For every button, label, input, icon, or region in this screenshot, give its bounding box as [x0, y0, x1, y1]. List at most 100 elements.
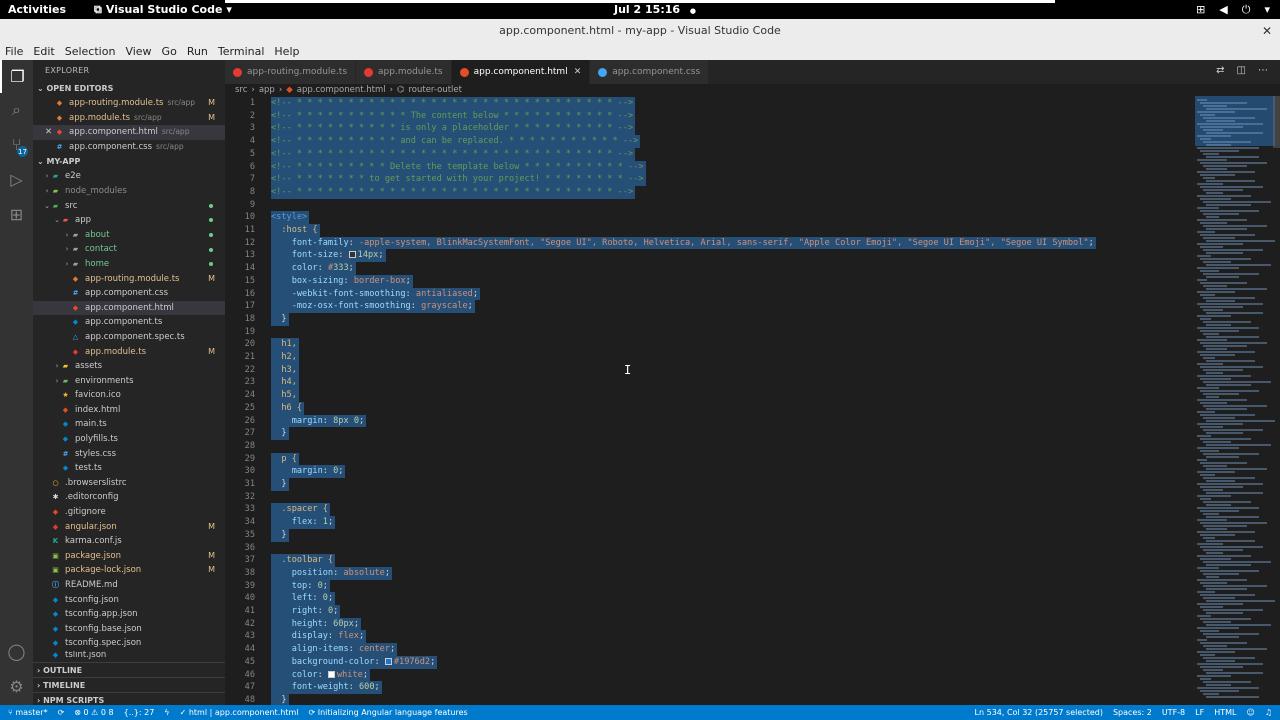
tree-file[interactable]: ◆ app-routing.module.ts M: [33, 272, 225, 287]
tree-file[interactable]: # app.component.css: [33, 286, 225, 301]
tree-file[interactable]: # styles.css: [33, 447, 225, 462]
code-line[interactable]: 12 font-family: -apple-system, BlinkMacS…: [225, 236, 1195, 250]
system-tray[interactable]: ⊞ ◀ ⏻ ▾: [1196, 3, 1270, 17]
code-line[interactable]: 30 margin: 0;: [225, 465, 1195, 478]
tree-file[interactable]: ◆ tsconfig.base.json: [33, 622, 225, 637]
code-line[interactable]: 46 color: white;: [225, 668, 1195, 682]
tree-folder[interactable]: ⌄ ▰ app: [33, 213, 225, 228]
menu-go[interactable]: Go: [157, 45, 182, 58]
code-line[interactable]: 21 h2,: [225, 351, 1195, 364]
code-line[interactable]: 6 <!-- * * * * * * * * * Delete the templ…: [225, 160, 1195, 174]
code-editor[interactable]: 1 <!-- * * * * * * * * * * * * * * * * * …: [225, 96, 1195, 705]
tree-folder[interactable]: › ▰ home: [33, 257, 225, 272]
language-service-item[interactable]: ✓ html | app.component.html: [180, 708, 299, 717]
problems-item[interactable]: ⊗ 0 ⚠ 0 8: [74, 708, 113, 717]
code-line[interactable]: 23 h4,: [225, 376, 1195, 390]
code-line[interactable]: 24 h5,: [225, 389, 1195, 402]
tree-folder[interactable]: › ▰ e2e: [33, 169, 225, 184]
project-header[interactable]: ⌄ MY-APP: [33, 155, 225, 169]
app-menu[interactable]: ⧉ Visual Studio Code ▾: [94, 3, 232, 17]
code-line[interactable]: 16 -webkit-font-smoothing: antialiased;: [225, 287, 1195, 301]
tree-file[interactable]: ▣ package-lock.json M: [33, 563, 225, 578]
tree-file[interactable]: ★ favicon.ico: [33, 388, 225, 403]
tree-file[interactable]: ✱ .editorconfig: [33, 490, 225, 505]
tab-app-module[interactable]: app.module.ts: [356, 60, 452, 84]
source-control-icon[interactable]: ⑂: [0, 128, 33, 161]
cursor-position[interactable]: Ln 534, Col 32 (25757 selected): [975, 708, 1103, 717]
open-editors-header[interactable]: ⌄ OPEN EDITORS: [33, 82, 225, 96]
code-line[interactable]: 34 flex: 1;: [225, 516, 1195, 529]
code-line[interactable]: 43 display: flex;: [225, 630, 1195, 644]
tree-file[interactable]: ◆ main.ts: [33, 417, 225, 432]
code-line[interactable]: 9: [225, 199, 1195, 212]
tree-file[interactable]: △ app.component.spec.ts: [33, 330, 225, 345]
code-line[interactable]: 2 <!-- * * * * * * * * * * * The content …: [225, 109, 1195, 123]
extensions-icon[interactable]: ⊞: [0, 198, 33, 231]
tree-file[interactable]: ◆ app.component.ts: [33, 315, 225, 330]
close-icon[interactable]: ✕: [574, 67, 582, 77]
code-line[interactable]: 25 h6 {: [225, 401, 1195, 415]
close-icon[interactable]: ✕: [45, 125, 55, 140]
menu-file[interactable]: File: [0, 45, 28, 58]
tree-file[interactable]: ◆ tslint.json: [33, 651, 225, 659]
code-line[interactable]: 17 -moz-osx-font-smoothing: grayscale;: [225, 300, 1195, 313]
clock[interactable]: Jul 2 15:16 ●: [614, 3, 696, 16]
npm-scripts-panel-header[interactable]: › NPM SCRIPTS: [33, 692, 225, 705]
activities-button[interactable]: Activities: [0, 3, 74, 16]
code-line[interactable]: 14 color: #333;: [225, 262, 1195, 275]
code-line[interactable]: 15 box-sizing: border-box;: [225, 274, 1195, 288]
more-actions-icon[interactable]: ⋯: [1258, 65, 1268, 76]
code-line[interactable]: 45 background-color: #1976d2;: [225, 655, 1195, 669]
code-line[interactable]: 11 :host {: [225, 224, 1195, 237]
menu-help[interactable]: Help: [269, 45, 304, 58]
code-line[interactable]: 8 <!-- * * * * * * * * * * * * * * * * * …: [225, 185, 1195, 199]
code-line[interactable]: 3 <!-- * * * * * * * * * * is only a plac…: [225, 122, 1195, 136]
split-editor-icon[interactable]: ◫: [1237, 65, 1246, 76]
tree-file[interactable]: ◆ polyfills.ts: [33, 432, 225, 447]
branch-item[interactable]: ⑂ master*: [8, 708, 48, 717]
code-line[interactable]: 44 align-items: center;: [225, 643, 1195, 656]
code-line[interactable]: 10 <style>: [225, 211, 1195, 224]
outline-panel-header[interactable]: › OUTLINE: [33, 662, 225, 677]
tree-file[interactable]: ◆ .gitignore: [33, 505, 225, 520]
open-editor-item[interactable]: ◆ app-routing.module.ts src/app M: [33, 96, 225, 111]
open-editor-item[interactable]: # app.component.css src/app: [33, 140, 225, 155]
tree-folder[interactable]: › ▰ environments: [33, 374, 225, 389]
tree-file[interactable]: ◆ angular.json M: [33, 520, 225, 535]
tree-file-active[interactable]: ◆ app.component.html: [33, 300, 225, 316]
breadcrumb-item[interactable]: app: [259, 85, 275, 95]
code-line[interactable]: 42 height: 60px;: [225, 617, 1195, 631]
vertical-scrollbar[interactable]: [1273, 96, 1280, 148]
code-line[interactable]: 28: [225, 440, 1195, 453]
breadcrumb-item[interactable]: app.component.html: [297, 85, 386, 95]
tree-file[interactable]: ◆ test.ts: [33, 461, 225, 476]
code-line[interactable]: 18 }: [225, 312, 1195, 326]
tree-file[interactable]: ◆ tsconfig.app.json: [33, 607, 225, 622]
bell-icon[interactable]: ♫: [1265, 708, 1272, 717]
menu-selection[interactable]: Selection: [60, 45, 121, 58]
tree-folder[interactable]: › ▰ contact: [33, 242, 225, 257]
code-line[interactable]: 7 <!-- * * * * * * * to get started with …: [225, 173, 1195, 186]
code-line[interactable]: 47 font-weight: 600;: [225, 681, 1195, 694]
tab-app-component-css[interactable]: app.component.css: [590, 60, 710, 84]
tree-file[interactable]: ◆ app.module.ts M: [33, 345, 225, 360]
code-line[interactable]: 39 top: 0;: [225, 579, 1195, 593]
tab-app-routing-module[interactable]: app-routing.module.ts: [225, 60, 357, 84]
encoding[interactable]: UTF-8: [1162, 708, 1185, 717]
code-line[interactable]: 26 margin: 8px 0;: [225, 414, 1195, 428]
code-line[interactable]: 41 right: 0;: [225, 605, 1195, 618]
account-icon[interactable]: ◯: [0, 635, 33, 668]
open-editor-item-active[interactable]: ✕ ◆ app.component.html src/app: [33, 125, 225, 140]
code-line[interactable]: 36: [225, 542, 1195, 555]
tree-file[interactable]: ◆ index.html: [33, 403, 225, 418]
tree-file[interactable]: ◆ tsconfig.json: [33, 593, 225, 608]
code-line[interactable]: 22 h3,: [225, 363, 1195, 377]
open-editor-item[interactable]: ◆ app.module.ts src/app M: [33, 111, 225, 126]
language-mode[interactable]: HTML: [1214, 708, 1236, 717]
tree-folder[interactable]: › ▰ assets: [33, 359, 225, 374]
tree-file[interactable]: ▣ package.json M: [33, 549, 225, 564]
code-line[interactable]: 31 }: [225, 478, 1195, 491]
brackets-item[interactable]: {..}: 27: [124, 708, 155, 717]
explorer-icon[interactable]: ❐: [0, 60, 33, 93]
tree-folder[interactable]: ⌄ ▰ src: [33, 199, 225, 214]
